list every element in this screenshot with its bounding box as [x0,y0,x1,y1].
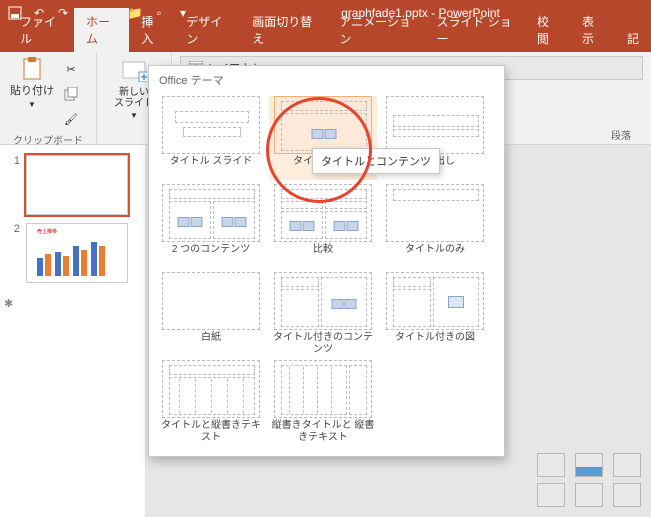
slide-number: 2 [6,223,20,283]
layout-option-vtext[interactable]: タイトルと縦書きテキスト [157,360,265,444]
animation-indicator-icon: ✱ [4,297,13,310]
layout-option-label: タイトル スライド [170,156,253,180]
chart-icon[interactable] [575,453,603,477]
insert-shortcut-icons [537,453,641,507]
layout-option-blank[interactable]: 白紙 [157,272,265,356]
clipboard-icon [21,58,43,80]
layout-option-label: 縦書きタイトルと 縦書きテキスト [269,420,377,444]
smartart-icon[interactable] [613,453,641,477]
online-picture-icon[interactable] [575,483,603,507]
layout-option-two[interactable]: 2 つのコンテンツ [157,184,265,268]
layout-option-cap-content[interactable]: タイトル付きのコンテンツ [269,272,377,356]
chevron-down-icon: ▼ [28,100,36,109]
tab-view[interactable]: 表示 [570,8,615,52]
layout-option-vtv[interactable]: 縦書きタイトルと 縦書きテキスト [269,360,377,444]
gallery-header: Office テーマ [149,66,504,94]
paste-button[interactable]: 貼り付け ▼ [8,56,56,130]
tooltip-prefix: タイトルとコンテンツ [321,156,431,168]
format-painter-icon[interactable]: 🖌 [60,108,82,130]
picture-icon[interactable] [537,483,565,507]
chevron-down-icon: ▼ [130,111,138,120]
layout-option-label: タイトルと縦書きテキスト [157,420,265,444]
tab-design[interactable]: デザイン [174,8,240,52]
copy-icon[interactable] [60,83,82,105]
layout-option-label: 白紙 [201,332,221,356]
slide-thumbnail-1[interactable] [26,155,128,215]
tab-animations[interactable]: アニメーション [327,8,424,52]
slide-thumbnail-panel: 1 2 ✱ 売上推移 [0,145,146,517]
ribbon-tabs: ファイル ホーム 挿入 デザイン 画面切り替え アニメーション スライド ショー… [0,26,651,52]
layout-option-label: タイトル付きの図 [395,332,475,356]
paragraph-group-label: 段落 [611,127,631,142]
tab-transitions[interactable]: 画面切り替え [240,8,327,52]
layout-option-titleonly[interactable]: タイトルのみ [381,184,489,268]
tab-home[interactable]: ホーム [74,8,129,52]
tab-file[interactable]: ファイル [8,8,74,52]
clipboard-group-label: クリップボード [8,130,88,147]
slide-thumbnail-2[interactable]: 売上推移 [26,223,128,283]
paste-label: 貼り付け [10,82,54,98]
slide-number: 1 [6,155,20,215]
layout-option-label: 2 つのコンテンツ [172,244,250,268]
layout-option-label: タイトル付きのコンテンツ [269,332,377,356]
tab-more[interactable]: 記 [615,25,651,52]
tooltip: タイトルとコンテンツ [312,148,440,174]
layout-option-compare[interactable]: 比較 [269,184,377,268]
table-icon[interactable] [537,453,565,477]
tab-insert[interactable]: 挿入 [129,8,174,52]
video-icon[interactable] [613,483,641,507]
layout-option-title[interactable]: タイトル スライド [157,96,265,180]
cut-icon[interactable]: ✂ [60,58,82,80]
tab-review[interactable]: 校閲 [525,8,570,52]
layout-gallery: Office テーマ タイトル スライドタイトルとコン見出し2 つのコンテンツ比… [148,65,505,457]
tab-slideshow[interactable]: スライド ショー [424,8,524,52]
layout-option-label: タイトルのみ [405,244,465,268]
new-slide-icon [121,58,147,85]
layout-option-label: 比較 [313,244,333,268]
layout-option-cap-pic[interactable]: タイトル付きの図 [381,272,489,356]
